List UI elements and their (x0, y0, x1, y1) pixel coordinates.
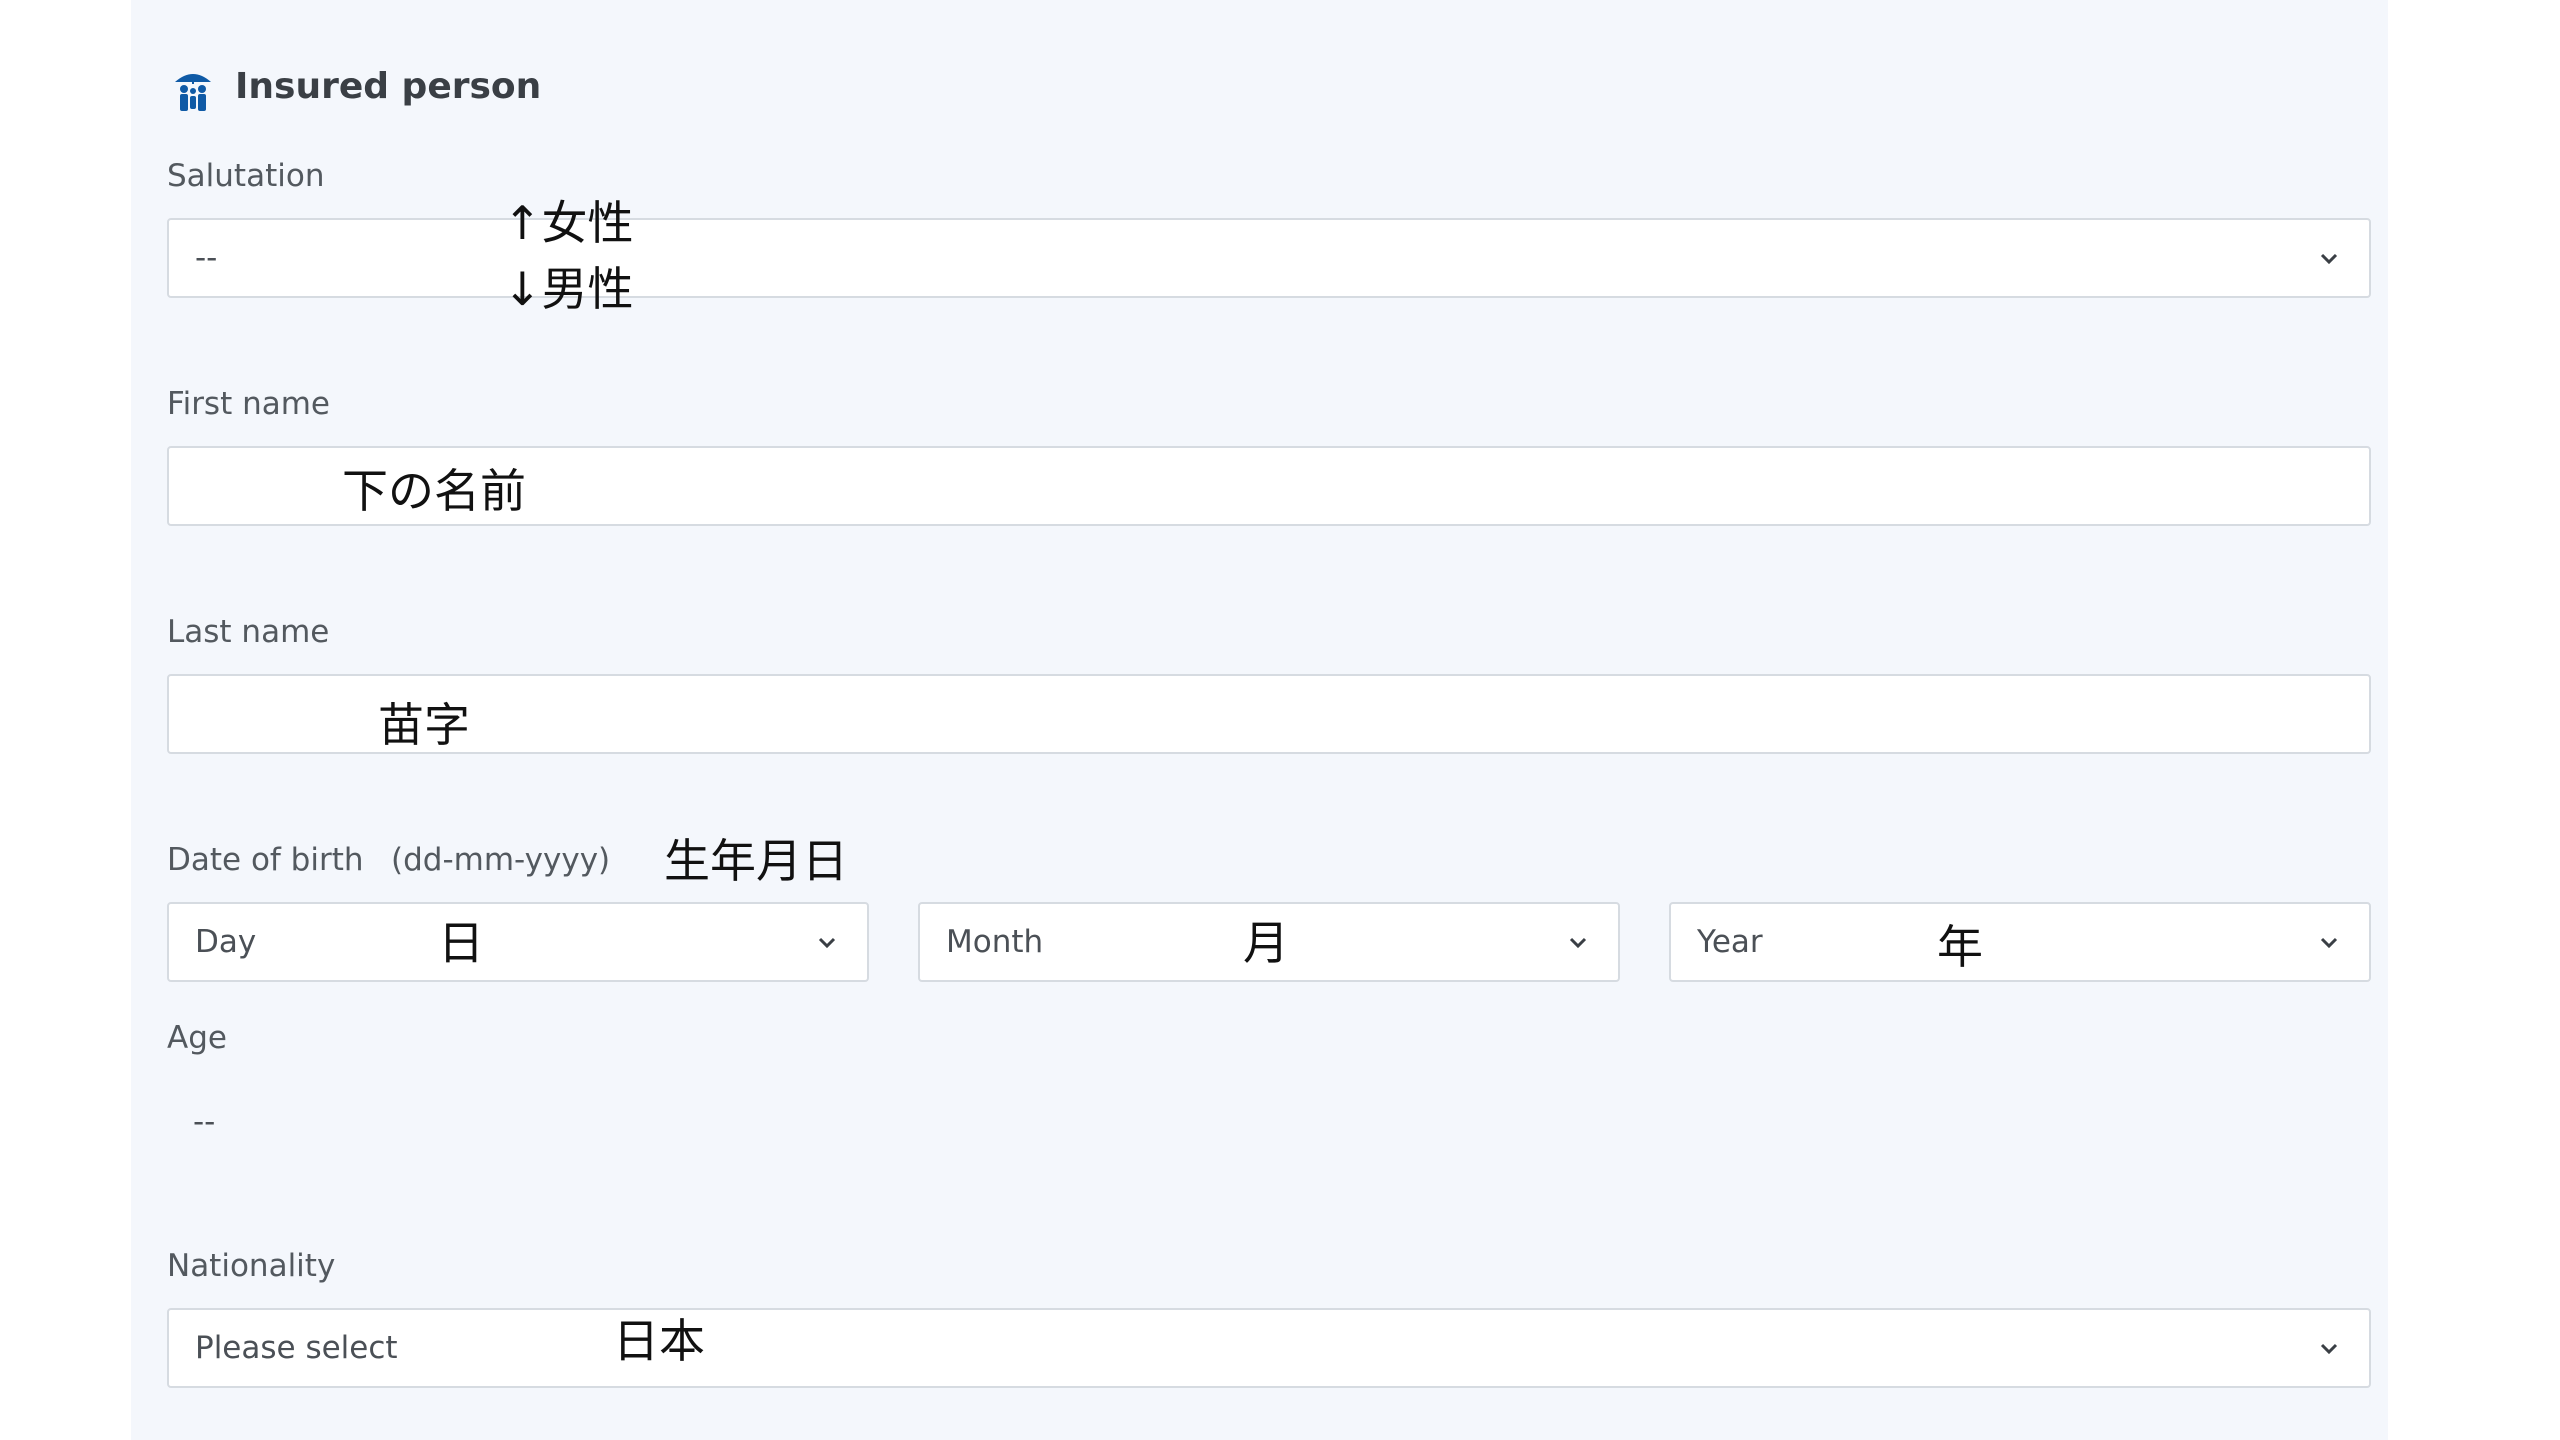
salutation-label: Salutation (167, 158, 325, 194)
salutation-select[interactable]: -- (167, 218, 2371, 298)
annotation-month: 月 (1243, 916, 1289, 970)
chevron-down-icon (1569, 937, 1587, 949)
nationality-value: Please select (195, 1330, 398, 1366)
section-icon (171, 66, 215, 112)
dob-day-placeholder: Day (195, 924, 257, 960)
dob-day-select[interactable]: Day (167, 902, 869, 982)
chevron-down-icon (2320, 253, 2338, 265)
nationality-select[interactable]: Please select (167, 1308, 2371, 1388)
annotation-nationality: 日本 (613, 1314, 705, 1368)
annotation-date-of-birth: 生年月日 (664, 834, 848, 888)
age-label: Age (167, 1020, 227, 1056)
people-umbrella-icon (175, 74, 211, 111)
last-name-label: Last name (167, 614, 330, 650)
last-name-input[interactable] (167, 674, 2371, 754)
dob-month-placeholder: Month (946, 924, 1044, 960)
annotation-day: 日 (438, 916, 484, 970)
section-title: Insured person (235, 66, 542, 107)
annotation-last-name: 苗字 (378, 698, 470, 752)
annotation-salutation-female: ↑女性 (503, 196, 634, 250)
first-name-label: First name (167, 386, 331, 422)
chevron-down-icon (2320, 1343, 2338, 1355)
nationality-label: Nationality (167, 1248, 336, 1284)
chevron-down-icon (2320, 937, 2338, 949)
age-value: -- (193, 1104, 216, 1140)
dob-year-placeholder: Year (1697, 924, 1763, 960)
salutation-value: -- (195, 240, 218, 276)
annotation-first-name: 下の名前 (342, 464, 526, 518)
annotation-salutation-male: ↓男性 (503, 262, 634, 316)
dob-format-hint: (dd-mm-yyyy) (391, 842, 611, 878)
chevron-down-icon (818, 937, 836, 949)
annotation-year: 年 (1937, 920, 1983, 974)
dob-label: Date of birth (167, 842, 364, 878)
dob-year-select[interactable]: Year (1669, 902, 2371, 982)
